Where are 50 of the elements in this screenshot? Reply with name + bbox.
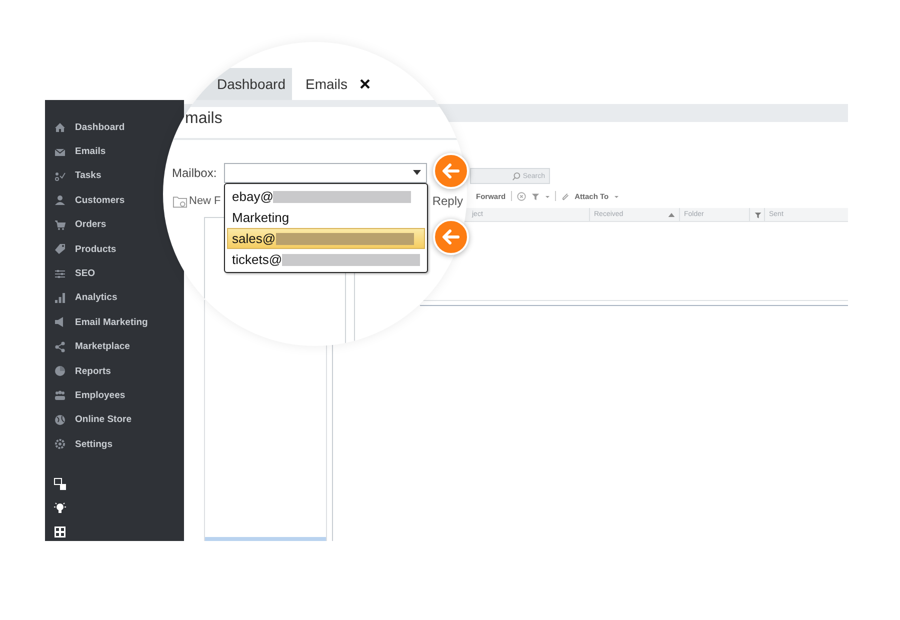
left-arrow-icon — [442, 229, 460, 245]
reply-button[interactable]: Reply — [432, 194, 463, 208]
sort-icon — [668, 212, 675, 216]
windows-icon[interactable] — [54, 478, 66, 490]
search-icon — [512, 172, 521, 180]
sidebar-item[interactable]: Settings — [45, 432, 118, 456]
close-icon[interactable] — [360, 79, 370, 89]
sidebar-item[interactable]: SEO — [45, 261, 102, 286]
caret-icon — [413, 170, 421, 176]
paperclip-icon — [560, 192, 570, 200]
sidebar-item[interactable]: Orders — [45, 212, 112, 237]
dropdown-option[interactable]: ebay@ — [227, 186, 425, 207]
sidebar-item[interactable]: Email Marketing — [45, 310, 154, 335]
folder-icon — [173, 194, 187, 208]
mailbox-label: Mailbox: — [172, 166, 218, 180]
cancel-icon[interactable] — [516, 192, 526, 200]
left-arrow-icon — [442, 163, 460, 179]
megaphone-icon — [54, 316, 66, 328]
calculator-icon[interactable] — [54, 526, 66, 538]
share-icon — [54, 340, 66, 353]
checklist-icon — [54, 170, 66, 182]
dropdown-option[interactable]: sales@ — [227, 228, 425, 249]
sidebar-item[interactable]: Online Store — [45, 408, 138, 432]
home-icon — [54, 121, 66, 134]
pie-chart-icon — [54, 365, 66, 378]
sidebar-item[interactable]: Reports — [45, 358, 117, 384]
new-folder-button[interactable]: New F — [173, 194, 221, 208]
sliders-icon — [54, 268, 66, 280]
mailbox-dropdown[interactable] — [224, 163, 427, 183]
splitter-handle[interactable] — [205, 537, 326, 541]
sidebar-item[interactable]: Marketplace — [45, 334, 136, 359]
sidebar-item[interactable]: Analytics — [45, 286, 124, 310]
people-icon — [54, 389, 66, 402]
sidebar-item[interactable]: Customers — [45, 188, 131, 213]
filter-icon[interactable] — [754, 210, 762, 218]
page-title: mails — [185, 110, 222, 129]
tag-icon — [54, 243, 66, 256]
sidebar-item[interactable]: Tasks — [45, 164, 108, 188]
filter-icon[interactable] — [530, 192, 540, 200]
cart-icon — [54, 218, 66, 231]
sidebar-item[interactable]: Employees — [45, 383, 132, 408]
person-icon — [54, 194, 66, 206]
globe-icon — [54, 414, 66, 426]
bar-chart-icon — [54, 292, 66, 304]
gear-icon — [54, 438, 66, 450]
sidebar-item[interactable]: Dashboard — [45, 115, 131, 140]
sidebar-item[interactable]: Emails — [45, 139, 112, 164]
dropdown-option[interactable]: tickets@ — [227, 249, 425, 270]
lightbulb-icon[interactable] — [54, 502, 66, 514]
sidebar-item[interactable]: Products — [45, 236, 122, 262]
